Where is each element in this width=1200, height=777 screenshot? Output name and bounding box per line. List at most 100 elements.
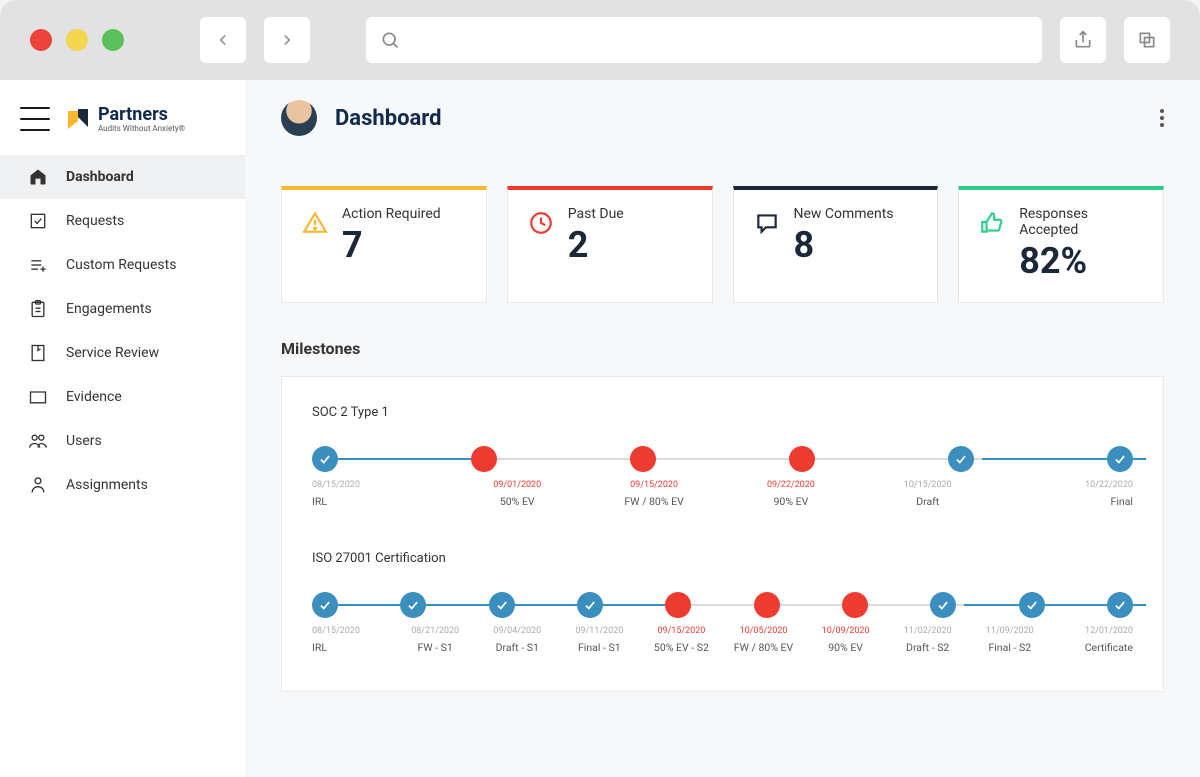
menu-toggle-button[interactable] xyxy=(20,107,50,131)
milestone-dot[interactable] xyxy=(630,446,656,472)
milestone-name: 50% EV - S2 xyxy=(654,641,709,654)
sidebar-item-requests[interactable]: Requests xyxy=(0,199,245,243)
milestone-dot[interactable] xyxy=(948,446,974,472)
avatar[interactable] xyxy=(281,100,317,136)
engagements-icon xyxy=(28,299,48,319)
sidebar-item-label: Users xyxy=(66,433,102,449)
window-controls xyxy=(30,29,124,51)
card-label: Action Required xyxy=(342,206,441,222)
card-past-due[interactable]: Past Due 2 xyxy=(507,186,713,303)
back-button[interactable] xyxy=(200,17,246,63)
milestone-date: 10/15/2020 xyxy=(859,480,996,490)
milestone-dot[interactable] xyxy=(1107,592,1133,618)
milestone-label: 09/15/202050% EV - S2 xyxy=(640,626,722,655)
sidebar-item-assignments[interactable]: Assignments xyxy=(0,463,245,507)
milestone-label: 09/04/2020Draft - S1 xyxy=(476,626,558,655)
card-responses-accepted[interactable]: Responses Accepted 82% xyxy=(958,186,1164,303)
sidebar-item-engagements[interactable]: Engagements xyxy=(0,287,245,331)
evidence-icon xyxy=(28,387,48,407)
milestone-dot[interactable] xyxy=(1019,592,1045,618)
card-value: 2 xyxy=(568,224,624,266)
milestone-name: Final xyxy=(1111,495,1133,508)
milestone-name: Draft xyxy=(916,495,939,508)
share-button[interactable] xyxy=(1060,17,1106,63)
milestone-name: FW - S1 xyxy=(417,641,452,654)
logo: Partners Audits Without Anxiety® xyxy=(64,105,185,133)
clock-icon xyxy=(528,210,554,236)
main-content: Dashboard Action Required 7 Past Due 2 xyxy=(245,80,1200,777)
requests-icon xyxy=(28,211,48,231)
timeline-title: ISO 27001 Certification xyxy=(312,551,1133,566)
timeline-track xyxy=(312,592,1133,618)
milestone-dot[interactable] xyxy=(471,446,497,472)
card-label: Past Due xyxy=(568,206,624,222)
milestone-date: 10/22/2020 xyxy=(996,480,1133,490)
forward-button[interactable] xyxy=(264,17,310,63)
users-icon xyxy=(28,431,48,451)
search-icon xyxy=(380,30,400,50)
milestone-dot[interactable] xyxy=(789,446,815,472)
copy-button[interactable] xyxy=(1124,17,1170,63)
milestone-dot[interactable] xyxy=(1107,446,1133,472)
milestone-dot[interactable] xyxy=(842,592,868,618)
milestone-dot[interactable] xyxy=(930,592,956,618)
check-icon xyxy=(318,598,332,612)
milestone-dot[interactable] xyxy=(312,592,338,618)
card-label: New Comments xyxy=(794,206,894,222)
sidebar-item-service-review[interactable]: Service Review xyxy=(0,331,245,375)
milestone-date: 11/02/2020 xyxy=(887,626,969,636)
check-icon xyxy=(1113,598,1127,612)
check-icon xyxy=(1025,598,1039,612)
milestone-dot[interactable] xyxy=(665,592,691,618)
service-review-icon xyxy=(28,343,48,363)
milestone-date: 12/01/2020 xyxy=(1051,626,1133,636)
more-menu-button[interactable] xyxy=(1160,109,1164,127)
milestone-date: 09/11/2020 xyxy=(558,626,640,636)
card-label: Responses Accepted xyxy=(1019,206,1143,238)
card-new-comments[interactable]: New Comments 8 xyxy=(733,186,939,303)
milestone-date: 10/09/2020 xyxy=(805,626,887,636)
check-icon xyxy=(936,598,950,612)
milestone-label: 10/15/2020 Draft xyxy=(859,480,996,509)
milestones-heading: Milestones xyxy=(281,339,1164,358)
logo-mark-icon xyxy=(64,105,92,133)
maximize-window-icon[interactable] xyxy=(102,29,124,51)
milestone-label: 09/22/202090% EV xyxy=(722,480,859,509)
milestone-name: 50% EV xyxy=(500,495,535,508)
milestone-label: 09/01/202050% EV xyxy=(449,480,586,509)
sidebar-item-evidence[interactable]: Evidence xyxy=(0,375,245,419)
timeline-track xyxy=(312,446,1133,472)
milestone-date: 11/09/2020 xyxy=(969,626,1051,636)
milestone-name: Final - S2 xyxy=(988,641,1031,654)
card-action-required[interactable]: Action Required 7 xyxy=(281,186,487,303)
milestone-dot[interactable] xyxy=(754,592,780,618)
milestone-dot[interactable] xyxy=(577,592,603,618)
sidebar-item-custom-requests[interactable]: Custom Requests xyxy=(0,243,245,287)
sidebar-item-label: Evidence xyxy=(66,389,122,405)
timeline: ISO 27001 Certification08/15/2020IRL08/2… xyxy=(312,551,1133,655)
check-icon xyxy=(318,452,332,466)
sidebar-item-label: Dashboard xyxy=(66,169,134,185)
milestone-dot[interactable] xyxy=(489,592,515,618)
milestone-label: 09/15/2020FW / 80% EV xyxy=(586,480,723,509)
milestone-dot[interactable] xyxy=(400,592,426,618)
minimize-window-icon[interactable] xyxy=(66,29,88,51)
milestone-dot[interactable] xyxy=(312,446,338,472)
milestone-name: 90% EV xyxy=(774,495,809,508)
thumbs-up-icon xyxy=(979,210,1005,236)
milestones-card: SOC 2 Type 108/15/2020IRL09/01/202050% E… xyxy=(281,376,1164,692)
check-icon xyxy=(406,598,420,612)
close-window-icon[interactable] xyxy=(30,29,52,51)
milestone-name: Final - S1 xyxy=(578,641,621,654)
logo-tagline: Audits Without Anxiety® xyxy=(98,124,185,133)
sidebar-item-users[interactable]: Users xyxy=(0,419,245,463)
url-bar[interactable] xyxy=(366,17,1042,63)
card-value: 82% xyxy=(1019,240,1143,282)
comment-icon xyxy=(754,210,780,236)
sidebar-item-label: Service Review xyxy=(66,345,159,361)
milestone-name: FW / 80% EV xyxy=(624,495,683,508)
sidebar-item-label: Requests xyxy=(66,213,124,229)
milestone-label: 10/09/202090% EV xyxy=(805,626,887,655)
milestone-name: IRL xyxy=(312,641,327,654)
sidebar-item-dashboard[interactable]: Dashboard xyxy=(0,155,245,199)
